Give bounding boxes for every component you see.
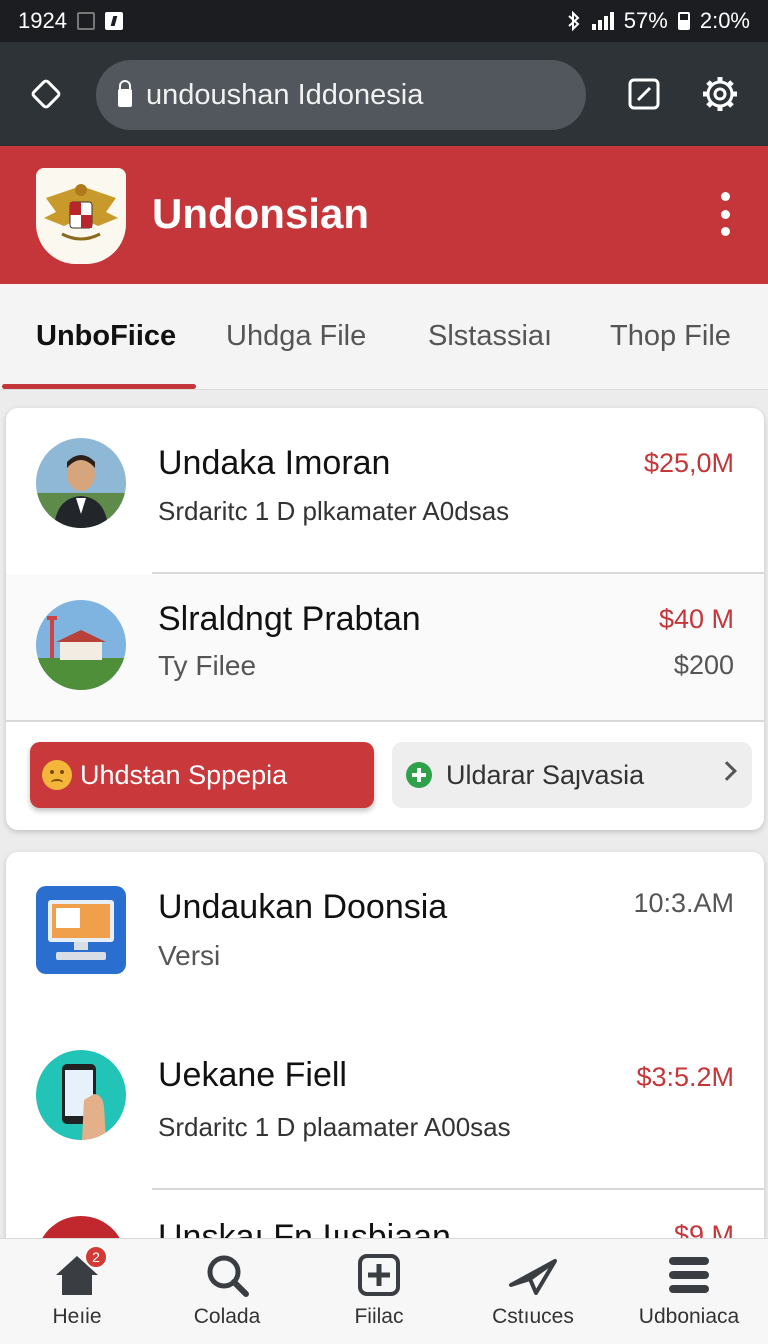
tab-unbofiice[interactable]: UnboFiice xyxy=(36,320,176,353)
item-title: Slraldngt Prabtan xyxy=(158,600,421,638)
item-time: 10:3.AM xyxy=(633,888,734,918)
search-icon xyxy=(207,1255,249,1297)
item-subtitle: Srdaritc 1 D plaamater A00sas xyxy=(158,1112,511,1142)
add-circle-icon xyxy=(406,762,432,788)
computer-app-icon xyxy=(36,886,126,974)
app-notification-icon xyxy=(104,12,123,30)
add-icon xyxy=(358,1254,400,1296)
garuda-emblem-logo xyxy=(36,168,126,264)
menu-icon xyxy=(669,1257,709,1293)
browser-toolbar: undoushan Iddonesia xyxy=(0,42,768,146)
send-icon xyxy=(509,1259,557,1295)
status-time-left: 1924 xyxy=(18,8,67,33)
secondary-action-label: Uldarar Saȷvasia xyxy=(446,759,645,790)
notification-icon xyxy=(76,12,95,30)
item-amount: $25,0M xyxy=(643,448,734,478)
edit-icon[interactable] xyxy=(618,68,670,120)
battery-percent: 57% xyxy=(623,8,668,33)
sad-face-icon xyxy=(42,760,72,790)
transaction-card: Undaka Imoran Srdaritc 1 D plkamater A0d… xyxy=(6,408,764,830)
active-tab-indicator xyxy=(2,384,196,389)
tab-uhdga-file[interactable]: Uhdga File xyxy=(226,320,366,353)
notification-badge: 2 xyxy=(84,1245,108,1269)
item-amount: $40 M xyxy=(658,604,734,634)
settings-icon[interactable] xyxy=(694,68,746,120)
item-subtitle: Ty Filee xyxy=(158,650,257,681)
nav-send[interactable]: Cstıuces xyxy=(458,1239,608,1344)
tab-thop-file[interactable]: Thop File xyxy=(610,320,731,353)
item-amount: $3:5.2M xyxy=(636,1062,734,1092)
tab-slstassiai[interactable]: Slstassiaı xyxy=(428,320,552,353)
avatar xyxy=(36,438,126,528)
tab-bar: UnboFiice Uhdga File Slstassiaı Thop Fil… xyxy=(0,284,768,390)
item-subtitle: Versi xyxy=(158,940,221,971)
primary-action-label: Uhdsŧan Sppepia xyxy=(80,759,288,790)
app-header: Undonsian xyxy=(0,146,768,284)
url-bar[interactable]: undoushan Iddonesia xyxy=(96,60,586,130)
list-item[interactable]: Undaukan Doonsia Versi 10:3.AM xyxy=(6,852,764,1022)
nav-label: Cstıuces xyxy=(492,1305,574,1328)
lock-icon xyxy=(118,80,132,107)
activity-card: Undaukan Doonsia Versi 10:3.AM Uekane Fi… xyxy=(6,852,764,1272)
status-clock: 2:0% xyxy=(699,8,750,33)
chevron-right-icon xyxy=(717,761,737,781)
item-title: Undaukan Doonsia xyxy=(158,888,448,926)
list-item[interactable]: Slraldngt Prabtan Ty Filee $40 M $200 xyxy=(6,574,764,720)
battery-icon xyxy=(677,12,690,30)
nav-label: Udboniaca xyxy=(638,1305,740,1328)
list-item[interactable]: Undaka Imoran Srdaritc 1 D plkamater A0d… xyxy=(6,408,764,572)
signal-icon xyxy=(591,12,614,30)
item-subtitle: Srdaritc 1 D plkamater A0dsas xyxy=(158,496,510,526)
bluetooth-icon xyxy=(568,10,580,32)
app-title: Undonsian xyxy=(152,190,369,237)
secondary-action-button[interactable]: Uldarar Saȷvasia xyxy=(392,742,752,808)
item-amount-secondary: $200 xyxy=(673,650,734,680)
nav-add[interactable]: Fiilac xyxy=(304,1239,454,1344)
avatar xyxy=(36,600,126,690)
url-text: undoushan Iddonesia xyxy=(146,78,424,111)
status-bar: 1924 57% 2:0% xyxy=(0,0,768,42)
bottom-navigation: 2 Heıie Colada Fiilac Cstıuces Udboniaca xyxy=(0,1238,768,1344)
nav-search[interactable]: Colada xyxy=(152,1239,302,1344)
more-options-icon[interactable] xyxy=(712,192,738,236)
primary-action-button[interactable]: Uhdsŧan Sppepia xyxy=(30,742,374,808)
nav-label: Fiilac xyxy=(354,1305,404,1328)
item-title: Uekane Fiell xyxy=(158,1056,347,1094)
divider xyxy=(6,720,764,722)
list-item[interactable]: Uekane Fiell Srdaritc 1 D plaamater A00s… xyxy=(6,1022,764,1188)
nav-home[interactable]: 2 Heıie xyxy=(2,1239,152,1344)
nav-label: Colada xyxy=(193,1305,261,1328)
nav-label: Heıie xyxy=(52,1305,102,1328)
tabs-icon[interactable] xyxy=(20,68,72,120)
nav-menu[interactable]: Udboniaca xyxy=(614,1239,764,1344)
phone-app-icon xyxy=(36,1050,126,1140)
item-title: Undaka Imoran xyxy=(158,444,391,482)
